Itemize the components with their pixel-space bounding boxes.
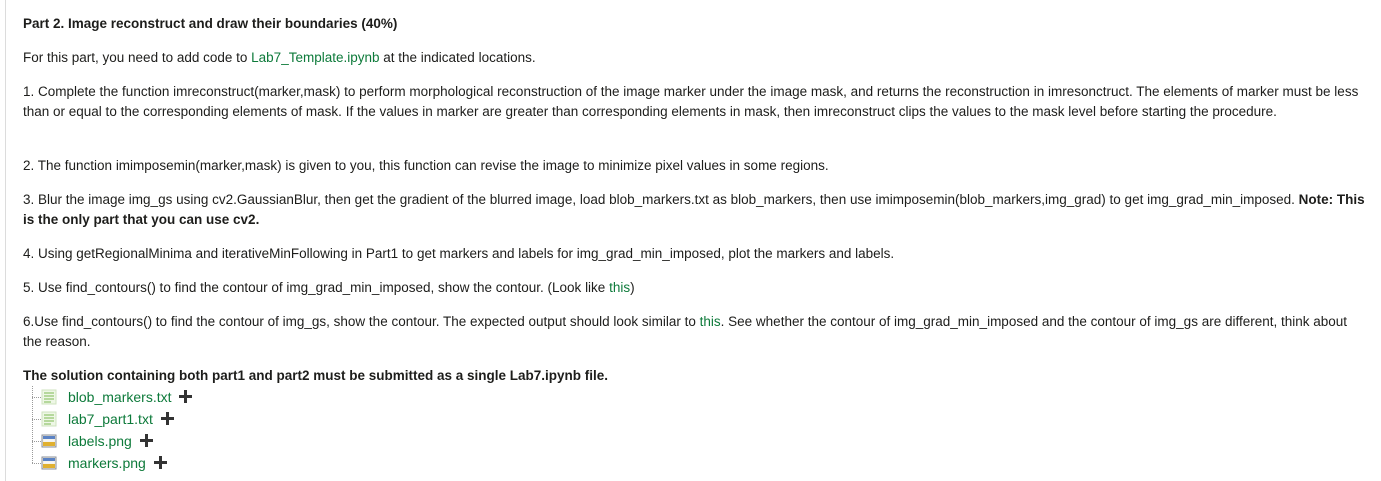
- expand-plus-icon[interactable]: [160, 412, 174, 425]
- file-name: blob_markers.txt: [68, 389, 172, 405]
- step-2-paragraph: 2. The function imimposemin(marker,mask)…: [23, 158, 829, 173]
- section-title: Part 2. Image reconstruct and draw their…: [23, 16, 398, 31]
- text-file-icon: [41, 389, 57, 405]
- step-1-paragraph: 1. Complete the function imreconstruct(m…: [23, 84, 1359, 119]
- step-5-end: ): [630, 280, 635, 295]
- tree-branch: [32, 463, 41, 464]
- file-item[interactable]: labels.png: [32, 430, 332, 452]
- file-link[interactable]: lab7_part1.txt: [68, 409, 174, 429]
- image-file-icon: [41, 434, 57, 448]
- file-name: lab7_part1.txt: [68, 411, 153, 427]
- submission-note: The solution containing both part1 and p…: [23, 368, 609, 383]
- file-name: markers.png: [68, 455, 146, 471]
- expand-plus-icon[interactable]: [139, 434, 153, 447]
- step-5-this-link[interactable]: this: [609, 280, 630, 295]
- file-item[interactable]: markers.png: [32, 452, 332, 474]
- intro-paragraph: For this part, you need to add code to L…: [23, 48, 1368, 68]
- step-6-text: 6.Use find_contours() to find the contou…: [23, 314, 700, 329]
- file-name: labels.png: [68, 433, 132, 449]
- step-4-paragraph: 4. Using getRegionalMinima and iterative…: [23, 246, 895, 261]
- text-file-icon: [41, 411, 57, 427]
- step-5-text: 5. Use find_contours() to find the conto…: [23, 280, 610, 295]
- image-file-icon: [41, 456, 57, 470]
- tree-branch: [32, 441, 41, 442]
- step-3-paragraph: 3. Blur the image img_gs using cv2.Gauss…: [23, 190, 1368, 230]
- expand-plus-icon[interactable]: [179, 390, 193, 403]
- file-item[interactable]: lab7_part1.txt: [32, 408, 332, 430]
- step-5-paragraph: 5. Use find_contours() to find the conto…: [23, 278, 1368, 298]
- file-link[interactable]: markers.png: [68, 453, 167, 473]
- file-link[interactable]: blob_markers.txt: [68, 387, 193, 407]
- template-notebook-link[interactable]: Lab7_Template.ipynb: [251, 50, 379, 65]
- tree-branch: [32, 397, 41, 398]
- tree-branch: [32, 419, 41, 420]
- intro-text-before: For this part, you need to add code to: [23, 50, 252, 65]
- file-link[interactable]: labels.png: [68, 431, 153, 451]
- file-item[interactable]: blob_markers.txt: [32, 386, 332, 408]
- step-6-paragraph: 6.Use find_contours() to find the contou…: [23, 312, 1368, 352]
- left-border: [5, 0, 6, 481]
- intro-text-after: at the indicated locations.: [379, 50, 536, 65]
- expand-plus-icon[interactable]: [153, 456, 167, 469]
- step-6-this-link[interactable]: this: [700, 314, 721, 329]
- step-3-text: 3. Blur the image img_gs using cv2.Gauss…: [23, 192, 1299, 207]
